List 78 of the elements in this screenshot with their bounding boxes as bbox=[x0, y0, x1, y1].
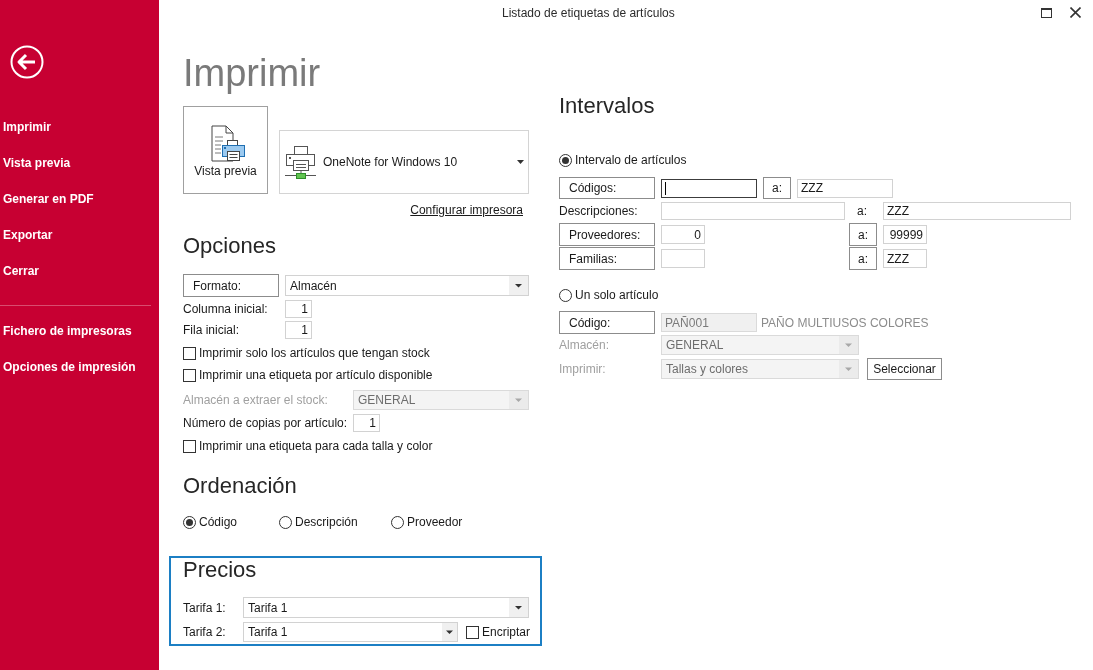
caret-icon bbox=[517, 160, 524, 164]
preview-button[interactable]: Vista previa bbox=[183, 106, 268, 194]
checkbox-icon[interactable] bbox=[183, 346, 196, 360]
text-field[interactable] bbox=[661, 178, 757, 198]
text-field[interactable]: 99999 bbox=[883, 225, 927, 244]
number-field[interactable]: 1 bbox=[353, 414, 380, 432]
field-label: Columna inicial: bbox=[183, 301, 269, 318]
rate-dropdown[interactable]: Tarifa 1 bbox=[243, 622, 458, 642]
caret-icon bbox=[509, 276, 528, 295]
families-button[interactable]: Familias: bbox=[559, 247, 655, 270]
radio-icon[interactable] bbox=[559, 153, 572, 167]
item-description: PAÑO MULTIUSOS COLORES bbox=[761, 314, 929, 332]
field-label: Tarifa 2: bbox=[183, 624, 227, 641]
field-label: Fila inicial: bbox=[183, 322, 240, 339]
field-label: Almacén a extraer el stock: bbox=[183, 392, 329, 409]
radio-icon[interactable] bbox=[391, 515, 404, 529]
label-per-item-checkbox[interactable]: Imprimir una etiqueta por artículo disponible bbox=[183, 365, 433, 385]
encrypt-checkbox[interactable]: Encriptar bbox=[466, 623, 531, 641]
close-icon[interactable] bbox=[1070, 7, 1081, 18]
sidebar-item[interactable]: Vista previa bbox=[0, 145, 159, 181]
section-heading: Intervalos bbox=[559, 92, 656, 120]
range-end-button[interactable]: a: bbox=[849, 247, 877, 270]
sort-radio[interactable]: Proveedor bbox=[391, 513, 463, 531]
number-field[interactable]: 0 bbox=[661, 225, 705, 244]
caret-icon bbox=[839, 360, 858, 378]
text-field[interactable]: ZZZ bbox=[883, 249, 927, 268]
page-title: Imprimir bbox=[183, 51, 322, 95]
section-heading: Opciones bbox=[183, 232, 277, 260]
checkbox-icon[interactable] bbox=[466, 625, 479, 639]
window-title: Listado de etiquetas de artículos bbox=[502, 4, 675, 22]
text-cursor-icon bbox=[665, 181, 666, 195]
field-label: Tarifa 1: bbox=[183, 599, 227, 617]
sidebar-item[interactable]: Imprimir bbox=[0, 109, 159, 145]
caret-icon bbox=[442, 623, 457, 641]
caret-icon bbox=[839, 336, 858, 354]
sort-radio[interactable]: Descripción bbox=[279, 513, 358, 531]
field-label: a: bbox=[856, 203, 868, 220]
printer-dropdown[interactable]: OneNote for Windows 10 bbox=[279, 130, 529, 194]
caret-icon bbox=[509, 391, 528, 409]
range-radio[interactable]: Intervalo de artículos bbox=[559, 150, 687, 170]
single-item-radio[interactable]: Un solo artículo bbox=[559, 285, 659, 305]
field-label: Descripciones: bbox=[559, 203, 639, 220]
number-field[interactable]: 1 bbox=[285, 321, 312, 339]
checkbox-icon[interactable] bbox=[183, 439, 196, 453]
section-heading: Precios bbox=[183, 558, 258, 582]
sidebar-item[interactable]: Fichero de impresoras bbox=[0, 313, 159, 349]
sidebar-item[interactable]: Exportar bbox=[0, 217, 159, 253]
number-field[interactable]: 1 bbox=[285, 300, 312, 318]
caret-icon bbox=[509, 598, 528, 617]
suppliers-button[interactable]: Proveedores: bbox=[559, 223, 655, 246]
field-label: Almacén: bbox=[559, 337, 611, 354]
back-icon[interactable] bbox=[10, 45, 44, 79]
stock-only-checkbox[interactable]: Imprimir solo los artículos que tengan stock bbox=[183, 343, 430, 363]
maximize-icon[interactable] bbox=[1041, 7, 1052, 18]
radio-icon[interactable] bbox=[559, 288, 572, 302]
section-heading: Ordenación bbox=[183, 472, 298, 500]
size-color-checkbox[interactable]: Imprimir una etiqueta para cada talla y color bbox=[183, 436, 433, 456]
number-field[interactable] bbox=[661, 249, 705, 268]
printer-icon bbox=[285, 145, 316, 179]
range-end-button[interactable]: a: bbox=[849, 223, 877, 246]
configure-printer-link[interactable]: Configurar impresora bbox=[410, 202, 523, 218]
sidebar-item[interactable]: Opciones de impresión bbox=[0, 349, 159, 385]
range-end-button[interactable]: a: bbox=[763, 177, 791, 199]
field-label: Imprimir: bbox=[559, 361, 607, 378]
text-field[interactable]: ZZZ bbox=[797, 178, 893, 198]
codes-button[interactable]: Códigos: bbox=[559, 177, 655, 199]
select-button[interactable]: Seleccionar bbox=[867, 358, 942, 380]
sidebar-item[interactable]: Cerrar bbox=[0, 253, 159, 289]
field-label: Número de copias por artículo: bbox=[183, 415, 349, 432]
text-field[interactable]: ZZZ bbox=[883, 202, 1071, 220]
sort-radio[interactable]: Código bbox=[183, 513, 238, 531]
sidebar-item[interactable]: Generar en PDF bbox=[0, 181, 159, 217]
format-button[interactable]: Formato: bbox=[183, 274, 279, 297]
checkbox-icon[interactable] bbox=[183, 368, 196, 382]
format-dropdown[interactable]: Almacén bbox=[285, 275, 529, 296]
radio-icon[interactable] bbox=[279, 515, 292, 529]
radio-icon[interactable] bbox=[183, 515, 196, 529]
rate-dropdown[interactable]: Tarifa 1 bbox=[243, 597, 529, 618]
